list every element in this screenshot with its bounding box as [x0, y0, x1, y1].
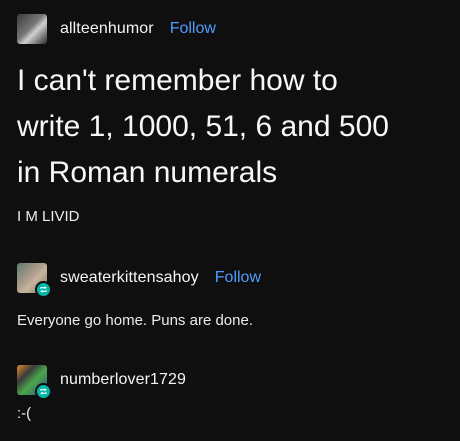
- post-title: I can't remember how to write 1, 1000, 5…: [17, 58, 447, 196]
- avatar[interactable]: [17, 14, 47, 44]
- title-line: write 1, 1000, 51, 6 and 500: [17, 110, 389, 143]
- reblog-icon: [35, 281, 52, 298]
- username[interactable]: numberlover1729: [60, 371, 186, 389]
- post-body: I M LIVID: [17, 208, 80, 225]
- reblog-icon: [35, 383, 52, 400]
- username[interactable]: allteenhumor: [60, 20, 154, 38]
- post-header: sweaterkittensahoy Follow: [17, 263, 261, 298]
- post-header: allteenhumor Follow: [17, 14, 216, 44]
- avatar[interactable]: [17, 365, 52, 400]
- title-line: I can't remember how to: [17, 64, 338, 97]
- post-body: Everyone go home. Puns are done.: [17, 312, 253, 329]
- title-line: in Roman numerals: [17, 156, 278, 189]
- follow-button[interactable]: Follow: [170, 20, 216, 38]
- follow-button[interactable]: Follow: [215, 269, 261, 287]
- post-body: :-(: [17, 405, 32, 422]
- username[interactable]: sweaterkittensahoy: [60, 269, 199, 287]
- avatar[interactable]: [17, 263, 52, 298]
- post-header: numberlover1729: [17, 365, 186, 400]
